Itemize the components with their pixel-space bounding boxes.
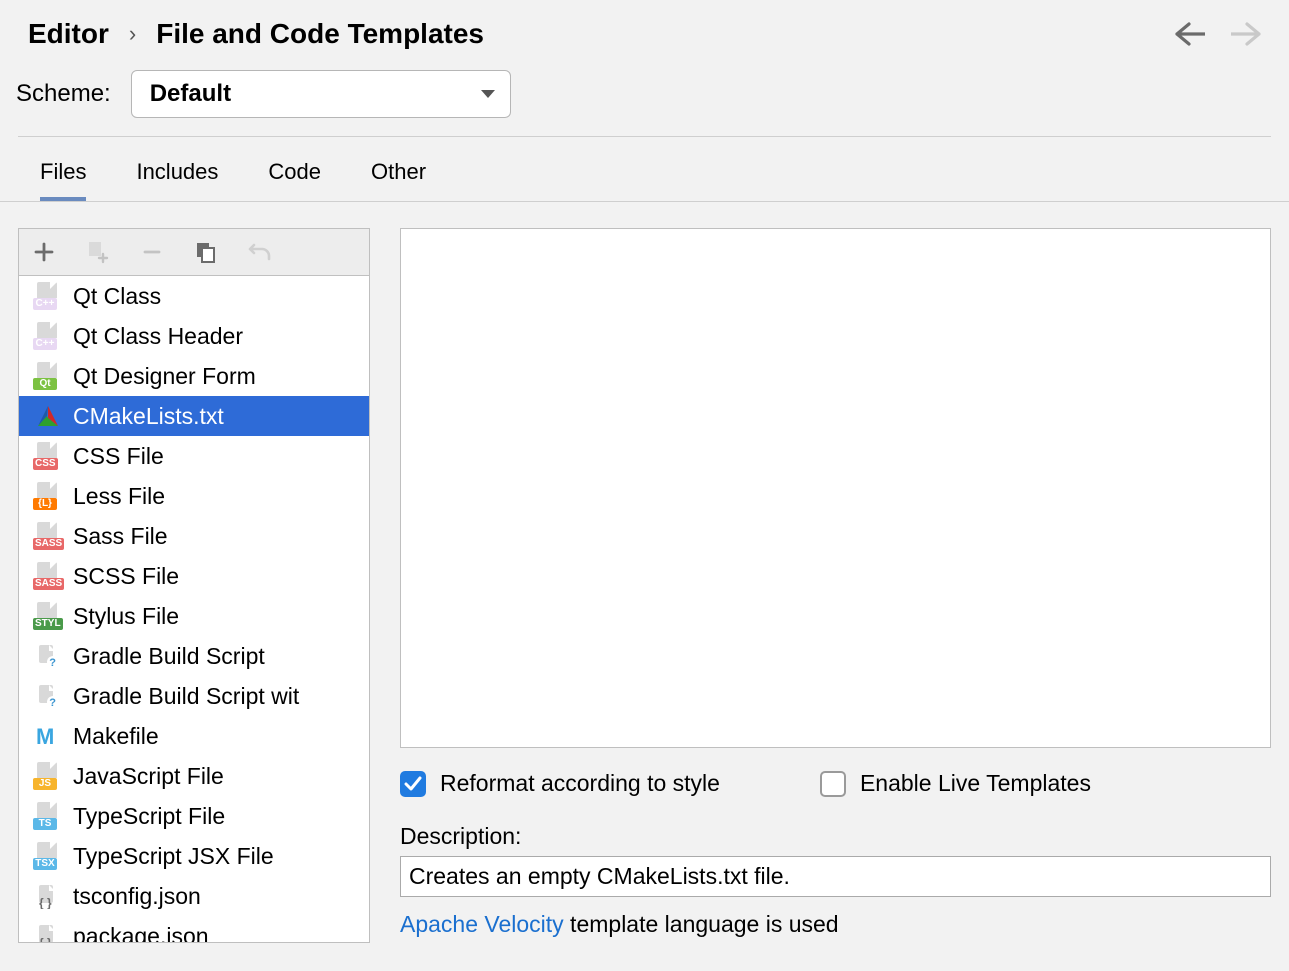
scheme-value: Default	[150, 80, 231, 108]
js-file-icon: JS	[33, 762, 63, 790]
qt-file-icon: Qt	[33, 362, 63, 390]
nav-forward-icon[interactable]	[1231, 22, 1261, 46]
nav-back-icon[interactable]	[1175, 22, 1205, 46]
ts-file-icon: TS	[33, 802, 63, 830]
makefile-icon: M	[33, 722, 63, 750]
description-field[interactable]: Creates an empty CMakeLists.txt file.	[400, 856, 1271, 897]
cmake-icon	[33, 402, 63, 430]
reformat-checkbox[interactable]: Reformat according to style	[400, 770, 720, 797]
gradle-icon: ?	[33, 642, 63, 670]
tab-code[interactable]: Code	[268, 159, 321, 201]
template-item[interactable]: CMakeLists.txt	[19, 396, 369, 436]
template-item[interactable]: JS JavaScript File	[19, 756, 369, 796]
template-item[interactable]: C++ Qt Class	[19, 276, 369, 316]
template-label: SCSS File	[73, 560, 179, 592]
template-item[interactable]: TS TypeScript File	[19, 796, 369, 836]
template-label: Qt Designer Form	[73, 360, 256, 392]
gradle-icon: ?	[33, 682, 63, 710]
breadcrumb: Editor › File and Code Templates	[28, 18, 484, 50]
svg-text:?: ?	[49, 657, 56, 669]
cpp-file-icon: C++	[33, 322, 63, 350]
template-item[interactable]: TSX TypeScript JSX File	[19, 836, 369, 876]
templates-toolbar	[19, 229, 369, 276]
undo-icon[interactable]	[247, 239, 273, 265]
checkbox-unchecked-icon	[820, 771, 846, 797]
svg-text:M: M	[36, 724, 54, 748]
template-item[interactable]: CSS CSS File	[19, 436, 369, 476]
scheme-select[interactable]: Default	[131, 70, 511, 118]
svg-text:{ }: { }	[39, 896, 52, 909]
svg-text:?: ?	[49, 697, 56, 709]
template-label: CSS File	[73, 440, 164, 472]
description-hint: Apache Velocity template language is use…	[400, 911, 1271, 938]
template-label: TypeScript File	[73, 800, 225, 832]
template-label: Gradle Build Script wit	[73, 680, 299, 712]
reformat-label: Reformat according to style	[440, 770, 720, 797]
json-icon: { }	[33, 922, 63, 942]
template-editor[interactable]	[400, 228, 1271, 748]
template-item[interactable]: { } tsconfig.json	[19, 876, 369, 916]
template-item[interactable]: C++ Qt Class Header	[19, 316, 369, 356]
styl-file-icon: STYL	[33, 602, 63, 630]
css-file-icon: CSS	[33, 442, 63, 470]
template-item[interactable]: SASS SCSS File	[19, 556, 369, 596]
template-list[interactable]: C++ Qt Class C++ Qt Class Header Qt Qt Desi…	[19, 276, 369, 942]
copy-icon[interactable]	[193, 239, 219, 265]
template-item[interactable]: Qt Qt Designer Form	[19, 356, 369, 396]
template-label: Stylus File	[73, 600, 179, 632]
template-label: Makefile	[73, 720, 159, 752]
checkbox-checked-icon	[400, 771, 426, 797]
chevron-down-icon	[480, 89, 496, 99]
svg-text:{ }: { }	[39, 936, 52, 942]
template-label: tsconfig.json	[73, 880, 201, 912]
apache-velocity-link[interactable]: Apache Velocity	[400, 911, 564, 937]
add-from-template-icon[interactable]	[85, 239, 111, 265]
tab-files[interactable]: Files	[40, 159, 86, 201]
template-label: CMakeLists.txt	[73, 400, 224, 432]
tsx-file-icon: TSX	[33, 842, 63, 870]
template-label: TypeScript JSX File	[73, 840, 274, 872]
template-label: package.json	[73, 920, 209, 942]
less-file-icon: {L}	[33, 482, 63, 510]
live-templates-checkbox[interactable]: Enable Live Templates	[820, 770, 1091, 797]
remove-icon[interactable]	[139, 239, 165, 265]
breadcrumb-current: File and Code Templates	[156, 18, 484, 50]
template-item[interactable]: {L} Less File	[19, 476, 369, 516]
breadcrumb-root[interactable]: Editor	[28, 18, 109, 50]
json-icon: { }	[33, 882, 63, 910]
sass-file-icon: SASS	[33, 522, 63, 550]
cpp-file-icon: C++	[33, 282, 63, 310]
template-item[interactable]: M Makefile	[19, 716, 369, 756]
scheme-label: Scheme:	[16, 80, 111, 108]
template-label: JavaScript File	[73, 760, 224, 792]
add-icon[interactable]	[31, 239, 57, 265]
description-label: Description:	[400, 823, 1271, 850]
template-label: Gradle Build Script	[73, 640, 265, 672]
live-templates-label: Enable Live Templates	[860, 770, 1091, 797]
templates-panel: C++ Qt Class C++ Qt Class Header Qt Qt Desi…	[18, 228, 370, 943]
template-item[interactable]: SASS Sass File	[19, 516, 369, 556]
template-item[interactable]: ? Gradle Build Script	[19, 636, 369, 676]
template-label: Qt Class	[73, 280, 161, 312]
template-label: Qt Class Header	[73, 320, 243, 352]
template-item[interactable]: { } package.json	[19, 916, 369, 942]
template-item[interactable]: ? Gradle Build Script wit	[19, 676, 369, 716]
template-label: Less File	[73, 480, 165, 512]
tab-other[interactable]: Other	[371, 159, 426, 201]
tab-includes[interactable]: Includes	[136, 159, 218, 201]
chevron-right-icon: ›	[129, 21, 136, 47]
template-label: Sass File	[73, 520, 168, 552]
description-suffix: template language is used	[564, 911, 839, 937]
sass-file-icon: SASS	[33, 562, 63, 590]
template-item[interactable]: STYL Stylus File	[19, 596, 369, 636]
